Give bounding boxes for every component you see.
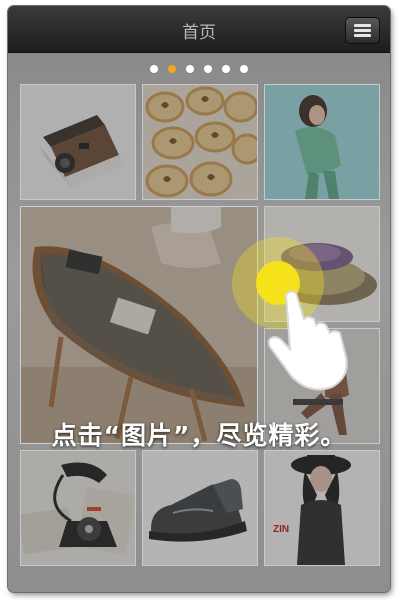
page-title: 首页 bbox=[182, 23, 216, 43]
tile-dim-overlay bbox=[21, 85, 135, 199]
tile-dim-overlay bbox=[143, 451, 257, 565]
menu-button[interactable] bbox=[345, 17, 380, 44]
tile-dim-overlay bbox=[21, 207, 257, 443]
tile-dim-overlay bbox=[265, 85, 379, 199]
tap-hint bbox=[228, 233, 378, 393]
carousel-dot[interactable] bbox=[222, 65, 230, 73]
top-bar: 首页 bbox=[8, 6, 390, 53]
tap-hand-icon bbox=[232, 237, 348, 391]
tile-woman-hat[interactable]: ZIN bbox=[264, 450, 380, 566]
tile-model-green[interactable] bbox=[264, 84, 380, 200]
instruction-text: 点击“图片”，尽览精彩。 bbox=[51, 421, 347, 450]
tile-cookies[interactable] bbox=[142, 84, 258, 200]
tile-telephone[interactable] bbox=[20, 450, 136, 566]
tile-polaroid-camera[interactable] bbox=[20, 84, 136, 200]
carousel-dot[interactable] bbox=[150, 65, 158, 73]
gallery-content: ZIN 点击“图片”，尽览精彩。 bbox=[8, 53, 390, 592]
carousel-dot-active[interactable] bbox=[168, 65, 176, 73]
tile-dim-overlay bbox=[21, 451, 135, 565]
carousel-dot[interactable] bbox=[186, 65, 194, 73]
carousel-dot[interactable] bbox=[240, 65, 248, 73]
tile-boat-table[interactable] bbox=[20, 206, 258, 444]
tile-dim-overlay bbox=[265, 451, 379, 565]
app-screen: 首页 ZIN 点击“图片”，尽览精彩。 bbox=[8, 6, 390, 592]
carousel-dot[interactable] bbox=[204, 65, 212, 73]
carousel-indicator bbox=[8, 65, 390, 75]
tile-shoe[interactable] bbox=[142, 450, 258, 566]
tile-dim-overlay bbox=[143, 85, 257, 199]
